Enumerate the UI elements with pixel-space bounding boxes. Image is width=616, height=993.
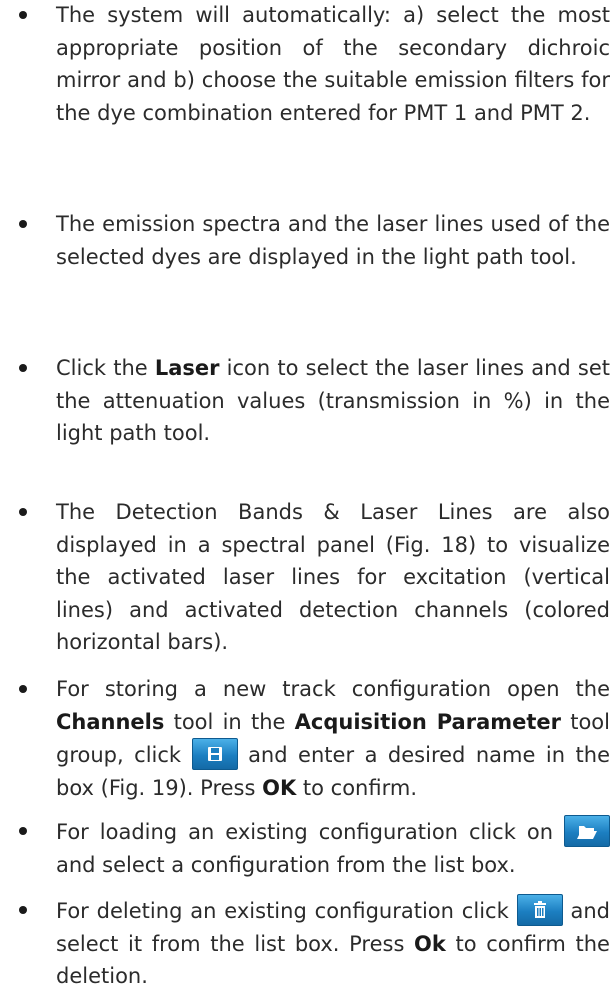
text-run: and select a configuration from the list… [56,852,516,877]
save-icon[interactable] [191,738,238,770]
list-item-text: For storing a new track configuration op… [56,673,610,804]
ok-term: Ok [414,931,446,956]
list-item-text: The system will automatically: a) select… [56,3,610,125]
document-page: The system will automatically: a) select… [0,0,616,988]
list-item: For storing a new track configuration op… [0,673,616,804]
list-item: For loading an existing configuration cl… [0,815,616,881]
laser-term: Laser [154,356,220,380]
list-item: The Detection Bands & Laser Lines are al… [0,496,616,659]
list-item-text: The Detection Bands & Laser Lines are al… [56,500,610,654]
bullet-dot [19,11,27,19]
bullet-dot [19,906,27,914]
list-item-text: For deleting an existing configuration c… [56,894,610,993]
bullet-dot [19,508,27,516]
text-run: to confirm. [296,775,417,800]
trash-icon[interactable] [516,894,563,926]
list-item: For deleting an existing configuration c… [0,894,616,993]
text-run: For loading an existing configuration cl… [56,820,564,844]
text-run: For deleting an existing configuration c… [56,899,517,923]
text-run: tool in the [164,709,295,734]
acquisition-parameter-term: Acquisition Parameter [294,709,561,734]
list-item: The system will automatically: a) select… [0,0,616,129]
list-item-text: The emission spectra and the laser lines… [56,212,610,269]
list-item: The emission spectra and the laser lines… [0,208,616,273]
folder-open-icon[interactable] [564,815,610,847]
ok-term: OK [262,775,297,800]
list-item: Click the Laser icon to select the laser… [0,352,616,450]
text-run: Click the [56,356,155,380]
channels-term: Channels [56,709,165,734]
list-item-text: Click the Laser icon to select the laser… [56,352,610,450]
list-item-text: For loading an existing configuration cl… [56,815,610,881]
text-run: For storing a new track configuration op… [56,677,610,701]
bullet-dot [19,827,27,835]
bullet-dot [19,220,27,228]
bullet-dot [19,364,27,372]
bullet-dot [19,685,27,693]
